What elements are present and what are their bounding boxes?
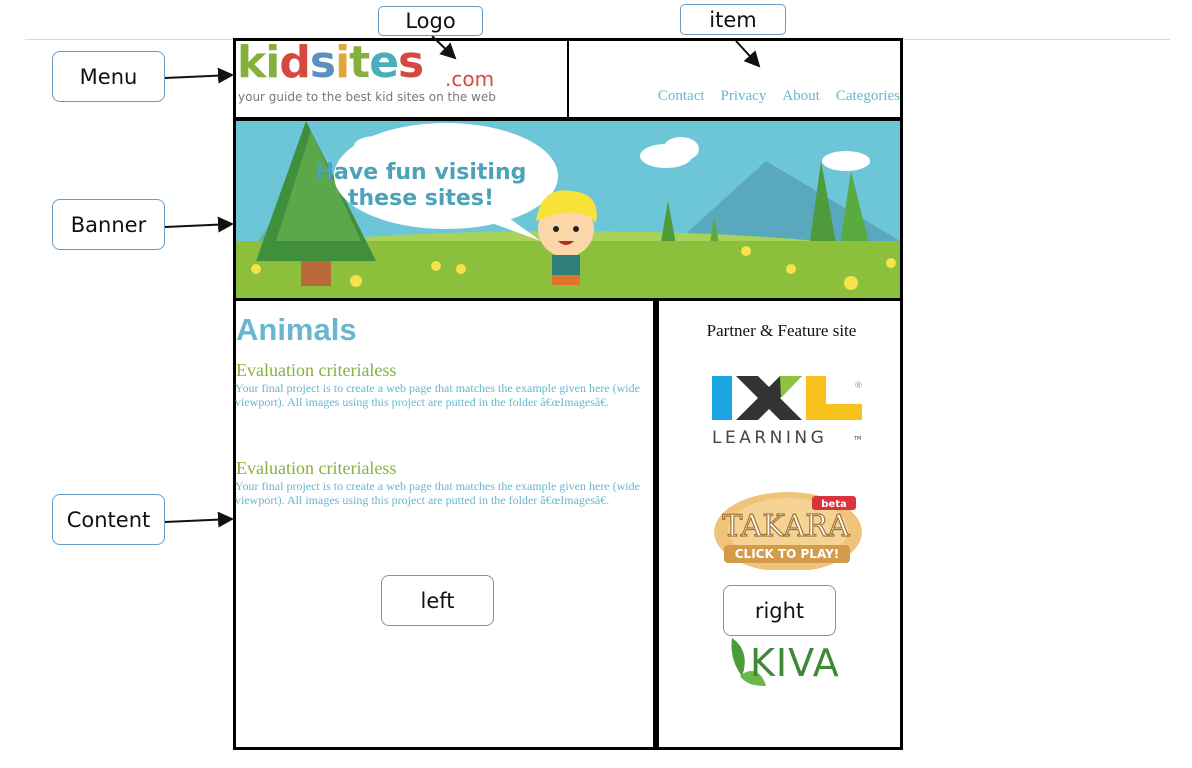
- banner-speech-line2: these sites!: [348, 186, 494, 211]
- ixl-reg-mark: ®: [854, 381, 863, 391]
- banner-illustration: Have fun visiting these sites!: [236, 121, 900, 298]
- nav-item-about[interactable]: About: [782, 88, 820, 105]
- partner-section-title: Partner & Feature site: [706, 321, 857, 340]
- section-heading: Evaluation criterialess: [236, 360, 397, 380]
- logo-letter: t: [349, 37, 370, 88]
- logo-letter: i: [265, 37, 280, 88]
- logo-letter: e: [369, 37, 399, 88]
- section-heading: Evaluation criterialess: [236, 458, 397, 478]
- ixl-learning-text: LEARNING: [712, 428, 827, 448]
- logo-letter: k: [237, 37, 266, 88]
- nav-item-categories[interactable]: Categories: [836, 88, 900, 105]
- content-column-divider: [653, 298, 659, 750]
- kiva-logo[interactable]: KIVA: [722, 632, 852, 690]
- ixl-tm-mark: TM: [853, 436, 861, 442]
- callout-logo: Logo: [378, 6, 483, 36]
- section-body: Your final project is to create a web pa…: [235, 381, 640, 409]
- site-logo[interactable]: kidsites: [237, 41, 424, 85]
- banner-speech-line1: Have fun visiting: [316, 160, 527, 185]
- logo-letter: d: [279, 37, 310, 88]
- callout-item: item: [680, 4, 786, 35]
- ixl-learning-logo[interactable]: ® LEARNING TM: [706, 372, 866, 450]
- nav-item-contact[interactable]: Contact: [658, 88, 705, 105]
- content-arrow: [164, 511, 234, 528]
- menu-arrow: [164, 67, 234, 84]
- takara-logo[interactable]: beta TAKARA CLICK TO PLAY!: [710, 486, 862, 572]
- takara-wordmark: TAKARA: [722, 509, 849, 544]
- callout-menu: Menu: [52, 51, 165, 102]
- logo-tagline: your guide to the best kid sites on the …: [238, 90, 496, 104]
- left-column-title: Animals: [236, 312, 357, 347]
- banner-arrow: [164, 216, 234, 233]
- nav-item-privacy[interactable]: Privacy: [721, 88, 767, 105]
- logo-letter: i: [335, 37, 350, 88]
- logo-cell: kidsites .com your guide to the best kid…: [233, 38, 569, 120]
- kiva-wordmark: KIVA: [750, 641, 840, 685]
- banner-frame: Have fun visiting these sites!: [233, 118, 903, 301]
- takara-cta: CLICK TO PLAY!: [735, 547, 840, 561]
- callout-left: left: [381, 575, 494, 626]
- callout-right: right: [723, 585, 836, 636]
- logo-letter: s: [398, 37, 424, 88]
- callout-banner: Banner: [52, 199, 165, 250]
- logo-letter: s: [309, 37, 336, 88]
- nav-menu: Contact Privacy About Categories: [600, 88, 900, 105]
- callout-content: Content: [52, 494, 165, 545]
- logo-domain-suffix: .com: [445, 67, 495, 91]
- section-body: Your final project is to create a web pa…: [235, 479, 640, 507]
